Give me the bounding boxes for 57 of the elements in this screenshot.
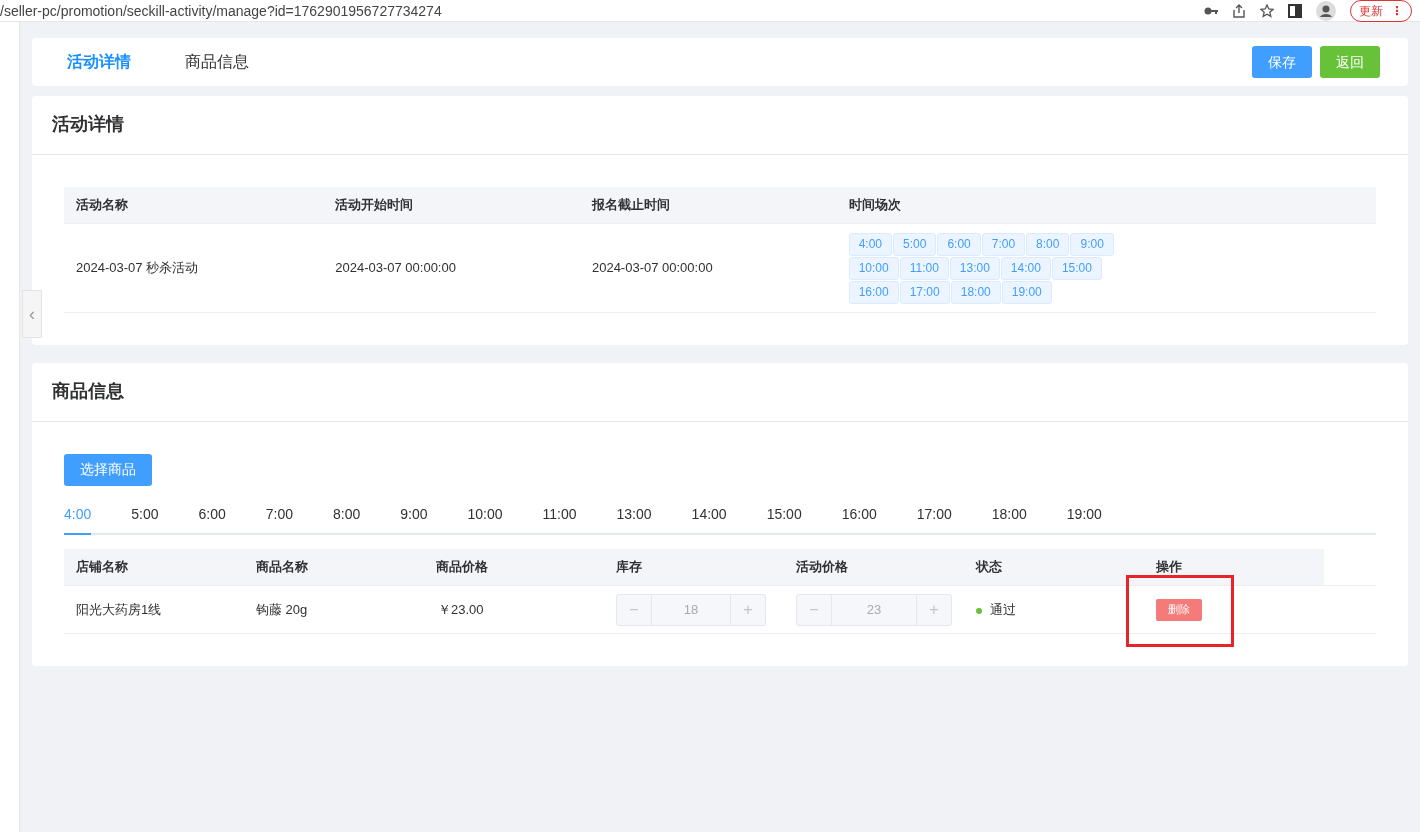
column-header: 时间场次 bbox=[848, 197, 901, 213]
time-tab[interactable]: 17:00 bbox=[916, 503, 952, 535]
time-tab[interactable]: 9:00 bbox=[400, 503, 428, 535]
column-header: 商品价格 bbox=[436, 559, 488, 575]
update-button[interactable]: 更新 ⋮ bbox=[1350, 0, 1412, 22]
profile-icon[interactable] bbox=[1316, 0, 1336, 21]
column-header: 活动开始时间 bbox=[335, 197, 414, 213]
time-tab[interactable]: 5:00 bbox=[131, 503, 159, 535]
key-icon[interactable] bbox=[1204, 5, 1218, 16]
time-slot-tag: 13:00 bbox=[949, 256, 1000, 280]
time-tab[interactable]: 6:00 bbox=[198, 503, 226, 535]
time-tab[interactable]: 14:00 bbox=[691, 503, 727, 535]
table-cell: ￥23.00 bbox=[438, 601, 484, 617]
status-text: 通过 bbox=[990, 601, 1016, 617]
time-slot-tag: 8:00 bbox=[1026, 232, 1070, 256]
time-tab[interactable]: 16:00 bbox=[841, 503, 877, 535]
time-tab[interactable]: 15:00 bbox=[766, 503, 802, 535]
star-icon[interactable] bbox=[1260, 3, 1274, 18]
time-slot-tag: 4:00 bbox=[848, 232, 892, 256]
time-slot-tag: 10:00 bbox=[848, 256, 899, 280]
time-slot-tag: 9:00 bbox=[1070, 232, 1114, 256]
time-slot-tag: 11:00 bbox=[899, 256, 949, 280]
column-header: 库存 bbox=[616, 559, 642, 575]
time-slot-tag: 15:00 bbox=[1051, 256, 1102, 280]
column-header: 报名截止时间 bbox=[591, 197, 670, 213]
column-header: 活动价格 bbox=[796, 559, 848, 575]
time-slot-tag: 18:00 bbox=[950, 280, 1001, 304]
table-cell: 2024-03-07 00:00:00 bbox=[335, 260, 456, 276]
table-cell: 2024-03-07 00:00:00 bbox=[591, 260, 713, 276]
section-title: 活动详情 bbox=[32, 96, 1408, 155]
time-tab[interactable]: 18:00 bbox=[991, 503, 1027, 535]
table-cell: 钩藤 20g bbox=[256, 601, 308, 617]
time-tab[interactable]: 19:00 bbox=[1066, 503, 1102, 535]
column-header: 店铺名称 bbox=[76, 559, 128, 575]
time-slot-tag: 5:00 bbox=[893, 232, 937, 256]
section-title: 商品信息 bbox=[32, 363, 1408, 422]
column-header: 商品名称 bbox=[256, 559, 308, 575]
time-slot-tag: 19:00 bbox=[1001, 280, 1052, 304]
table-cell: 阳光大药房1线 bbox=[76, 601, 162, 617]
column-header: 状态 bbox=[976, 559, 1002, 575]
url-text[interactable]: /seller-pc/promotion/seckill-activity/manage?id=1762901956727734274 bbox=[0, 1, 1204, 20]
time-tab[interactable]: 10:00 bbox=[467, 503, 503, 535]
table-cell: 2024-03-07 秒杀活动 bbox=[76, 260, 199, 276]
time-slot-tag: 14:00 bbox=[1000, 256, 1051, 280]
time-slot-tag: 7:00 bbox=[981, 232, 1026, 256]
side-panel-icon[interactable] bbox=[1288, 3, 1302, 18]
time-tab[interactable]: 8:00 bbox=[333, 503, 361, 535]
column-header: 活动名称 bbox=[76, 197, 128, 213]
time-tab[interactable]: 11:00 bbox=[542, 503, 577, 535]
tab[interactable]: 商品信息 bbox=[170, 50, 264, 74]
time-slot-tag: 16:00 bbox=[848, 280, 899, 304]
time-tab[interactable]: 7:00 bbox=[265, 503, 293, 535]
time-slot-tag: 6:00 bbox=[937, 232, 981, 256]
column-header: 操作 bbox=[1156, 559, 1182, 575]
time-slot-tag: 17:00 bbox=[899, 280, 950, 304]
share-icon[interactable] bbox=[1232, 3, 1246, 18]
time-tab[interactable]: 13:00 bbox=[616, 503, 652, 535]
